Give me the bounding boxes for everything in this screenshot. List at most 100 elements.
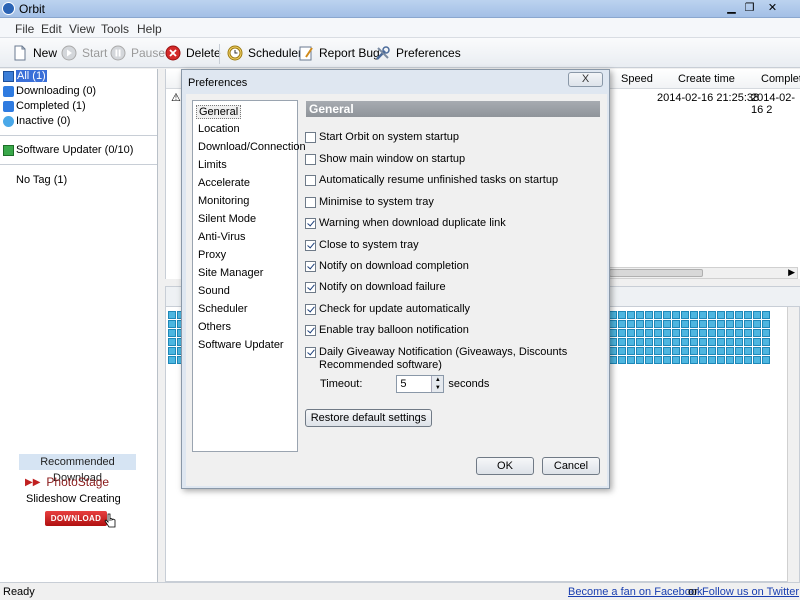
delete-icon xyxy=(165,45,181,61)
progress-block xyxy=(699,329,707,337)
progress-block xyxy=(663,311,671,319)
sidebar-item-no-tag[interactable]: No Tag (1) xyxy=(16,173,67,187)
progress-block xyxy=(699,338,707,346)
progress-block xyxy=(663,338,671,346)
timeout-value[interactable]: 5 xyxy=(400,378,406,390)
maximize-icon[interactable]: ❐ xyxy=(741,1,758,16)
delete-button[interactable]: Delete xyxy=(165,44,221,62)
checkbox[interactable] xyxy=(305,218,316,229)
preferences-button[interactable]: Preferences xyxy=(375,44,461,62)
progress-block xyxy=(168,320,176,328)
option-check-update[interactable]: Check for update automatically xyxy=(305,303,470,316)
dialog-close-button[interactable]: X xyxy=(568,72,603,87)
option-daily-giveaway[interactable]: Daily Giveaway Notification (Giveaways, … xyxy=(305,346,575,372)
restore-defaults-button[interactable]: Restore default settings xyxy=(305,409,432,427)
category-scheduler[interactable]: Scheduler xyxy=(198,303,248,315)
vertical-scrollbar[interactable] xyxy=(787,307,799,582)
category-accelerate[interactable]: Accelerate xyxy=(198,177,250,189)
category-proxy[interactable]: Proxy xyxy=(198,249,226,261)
category-download-connection[interactable]: Download/Connection xyxy=(198,141,306,153)
start-button[interactable]: Start xyxy=(61,44,107,62)
category-others[interactable]: Others xyxy=(198,321,231,333)
progress-block xyxy=(672,329,680,337)
promo-download-button[interactable]: DOWNLOAD xyxy=(45,511,107,526)
pause-label: Pause xyxy=(131,46,166,60)
progress-block xyxy=(735,311,743,319)
checkbox[interactable] xyxy=(305,325,316,336)
progress-block xyxy=(708,347,716,355)
option-minimise-to-tray[interactable]: Minimise to system tray xyxy=(305,196,434,209)
horizontal-scrollbar[interactable]: ▶ xyxy=(608,267,798,279)
progress-block xyxy=(735,356,743,364)
option-notify-completion[interactable]: Notify on download completion xyxy=(305,260,469,273)
category-silent-mode[interactable]: Silent Mode xyxy=(198,213,256,225)
progress-block xyxy=(654,338,662,346)
category-general[interactable]: General xyxy=(196,105,242,119)
progress-block xyxy=(717,347,725,355)
checkbox[interactable] xyxy=(305,154,316,165)
sidebar-item-software-updater[interactable]: Software Updater (0/10) xyxy=(3,143,133,157)
facebook-link[interactable]: Become a fan on Facebook xyxy=(568,586,703,598)
category-monitoring[interactable]: Monitoring xyxy=(198,195,249,207)
clock-icon xyxy=(227,45,243,61)
sidebar-item-downloading[interactable]: Downloading (0) xyxy=(3,84,96,98)
sidebar-item-inactive[interactable]: Inactive (0) xyxy=(3,114,70,128)
column-complete[interactable]: Complete xyxy=(761,69,800,89)
spin-down-icon[interactable]: ▼ xyxy=(431,384,444,392)
category-software-updater[interactable]: Software Updater xyxy=(198,339,284,351)
category-site-manager[interactable]: Site Manager xyxy=(198,267,263,279)
scheduler-button[interactable]: Scheduler xyxy=(227,44,302,62)
menu-help[interactable]: Help xyxy=(137,22,162,36)
checkbox[interactable] xyxy=(305,304,316,315)
progress-block xyxy=(672,338,680,346)
checkbox[interactable] xyxy=(305,261,316,272)
progress-block xyxy=(654,329,662,337)
option-start-on-startup[interactable]: Start Orbit on system startup xyxy=(305,131,459,144)
spin-up-icon[interactable]: ▲ xyxy=(431,376,444,384)
scrollbar-thumb[interactable] xyxy=(609,269,703,277)
menu-file[interactable]: File xyxy=(15,22,34,36)
option-auto-resume[interactable]: Automatically resume unfinished tasks on… xyxy=(305,174,558,187)
option-show-main-window[interactable]: Show main window on startup xyxy=(305,153,465,166)
ok-button[interactable]: OK xyxy=(476,457,534,475)
progress-block xyxy=(762,338,770,346)
close-icon[interactable]: ✕ xyxy=(764,1,781,16)
option-notify-failure[interactable]: Notify on download failure xyxy=(305,281,446,294)
progress-block xyxy=(654,347,662,355)
scroll-right-icon[interactable]: ▶ xyxy=(788,267,795,278)
category-location[interactable]: Location xyxy=(198,123,240,135)
new-button[interactable]: New xyxy=(12,44,57,62)
category-sound[interactable]: Sound xyxy=(198,285,230,297)
scheduler-label: Scheduler xyxy=(248,46,303,60)
option-close-to-tray[interactable]: Close to system tray xyxy=(305,239,419,252)
option-warn-duplicate[interactable]: Warning when download duplicate link xyxy=(305,217,506,230)
report-bug-button[interactable]: Report Bug xyxy=(298,44,380,62)
checkbox[interactable] xyxy=(305,347,316,358)
option-tray-balloon[interactable]: Enable tray balloon notification xyxy=(305,324,469,337)
timeout-spinner[interactable]: 5 ▲ ▼ xyxy=(396,375,445,393)
completed-check-icon xyxy=(3,100,14,112)
sidebar-item-all[interactable]: All (1) xyxy=(3,69,47,83)
cancel-button[interactable]: Cancel xyxy=(542,457,600,475)
category-anti-virus[interactable]: Anti-Virus xyxy=(198,231,245,243)
checkbox[interactable] xyxy=(305,282,316,293)
column-speed[interactable]: Speed xyxy=(621,69,653,89)
column-create-time[interactable]: Create time xyxy=(678,69,735,89)
checkbox[interactable] xyxy=(305,175,316,186)
checkbox[interactable] xyxy=(305,197,316,208)
promo-photostage-link[interactable]: ▶▶ PhotoStage xyxy=(25,475,109,489)
menu-view[interactable]: View xyxy=(69,22,95,36)
progress-block xyxy=(717,320,725,328)
new-label: New xyxy=(33,46,58,60)
sidebar-item-completed[interactable]: Completed (1) xyxy=(3,99,86,113)
checkbox[interactable] xyxy=(305,132,316,143)
menu-tools[interactable]: Tools xyxy=(101,22,129,36)
menu-edit[interactable]: Edit xyxy=(41,22,62,36)
progress-block xyxy=(636,338,644,346)
twitter-link[interactable]: Follow us on Twitter xyxy=(702,586,799,598)
pause-button[interactable]: Pause xyxy=(110,44,165,62)
inactive-icon xyxy=(3,115,14,127)
minimize-icon[interactable]: ▁ xyxy=(723,1,740,16)
category-limits[interactable]: Limits xyxy=(198,159,227,171)
checkbox[interactable] xyxy=(305,240,316,251)
